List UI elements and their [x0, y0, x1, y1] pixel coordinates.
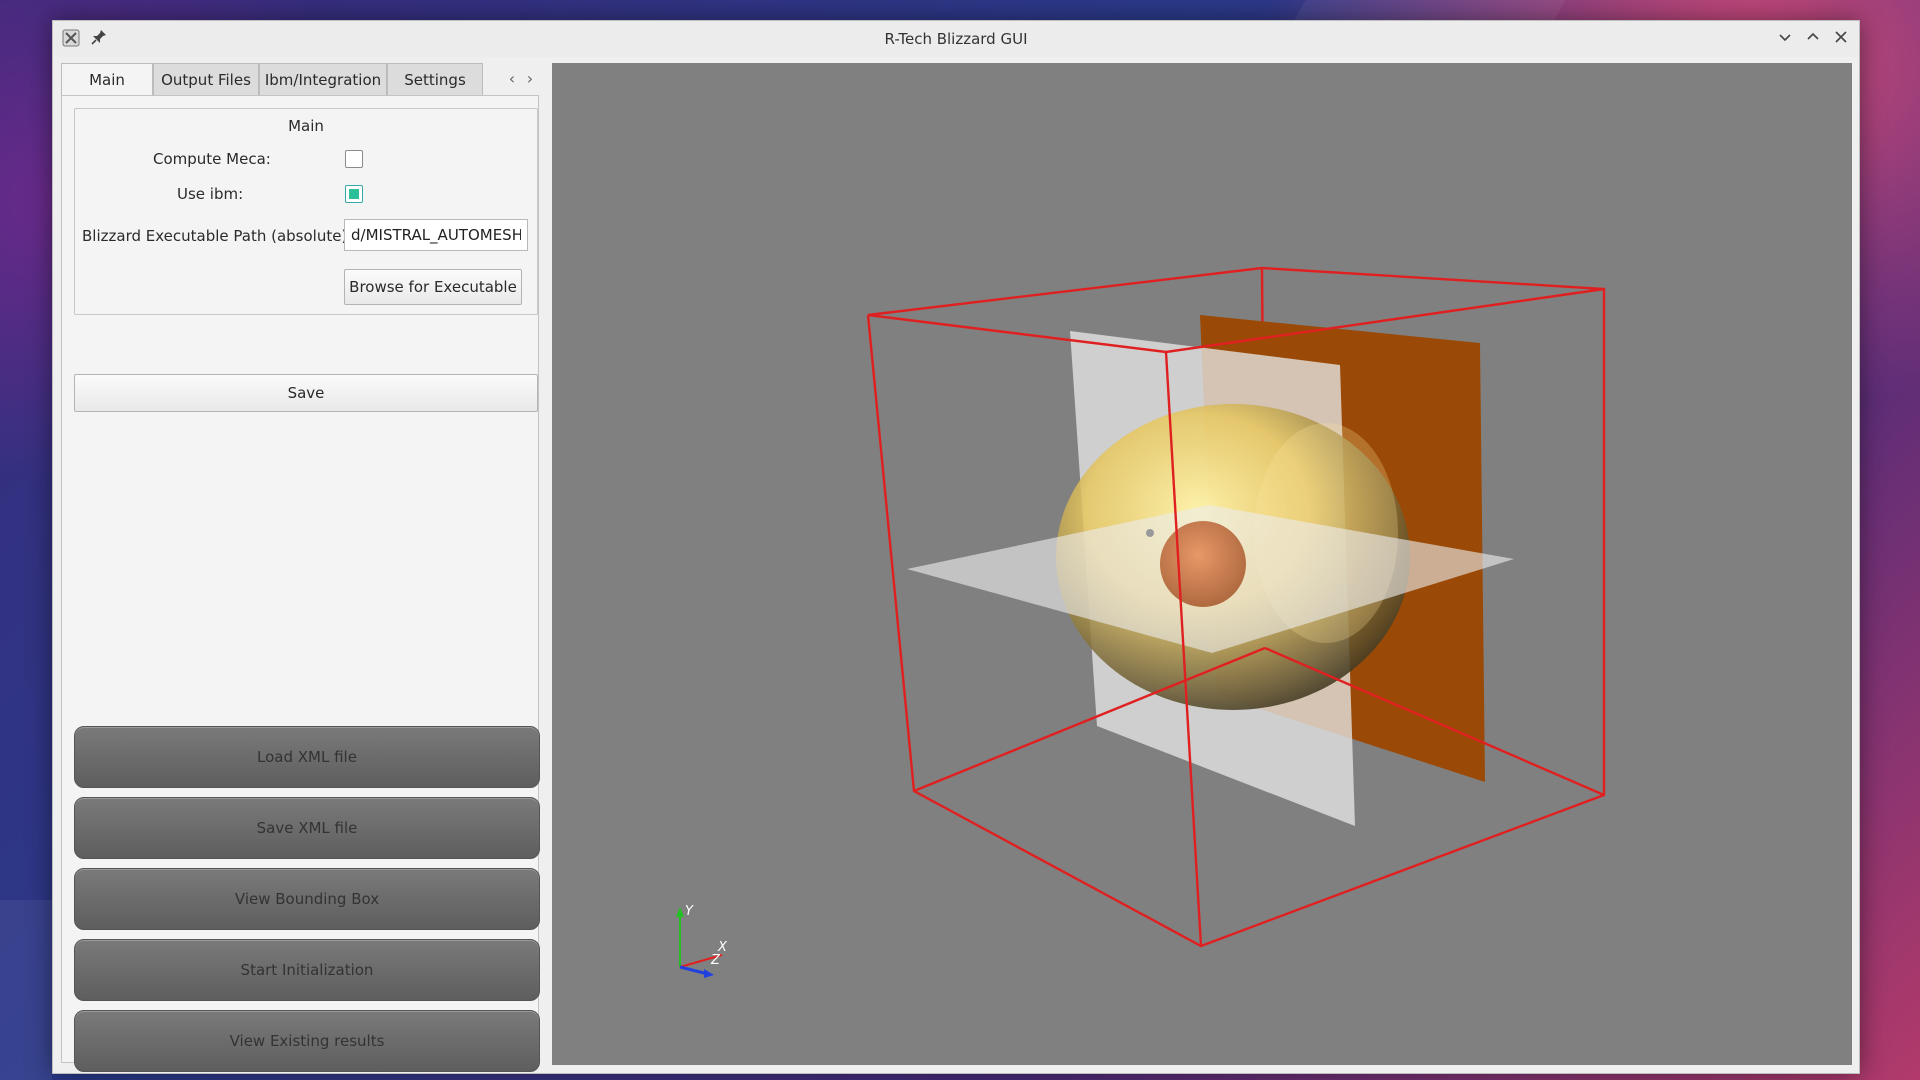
3d-viewport[interactable]: Y X Z [552, 63, 1852, 1065]
start-initialization-button[interactable]: Start Initialization [74, 939, 540, 1001]
group-title: Main [288, 117, 324, 135]
tab-bar: Main Output Files Ibm/Integration Settin… [61, 63, 539, 96]
executable-path-input[interactable] [344, 219, 528, 251]
tab-scroll-left-icon[interactable]: ‹ [503, 63, 521, 95]
desktop-decoration [0, 900, 52, 1080]
scene: Y X Z [676, 266, 1606, 978]
probe-point [1146, 529, 1154, 537]
app-window: R-Tech Blizzard GUI Main Output Files Ib… [52, 20, 1860, 1074]
maximize-button[interactable] [1801, 27, 1825, 51]
compute-meca-label: Compute Meca: [153, 150, 271, 168]
use-ibm-label: Use ibm: [177, 185, 244, 203]
load-xml-button[interactable]: Load XML file [74, 726, 540, 788]
main-tab-panel: Main Compute Meca: Use ibm: Blizzard Exe… [61, 95, 540, 1072]
executable-path-label: Blizzard Executable Path (absolute): [82, 227, 353, 245]
axis-y-label: Y [685, 904, 694, 919]
tab-settings[interactable]: Settings [387, 63, 483, 95]
window-title: R-Tech Blizzard GUI [884, 30, 1028, 48]
compute-meca-checkbox[interactable] [345, 150, 363, 168]
close-button[interactable] [1829, 27, 1853, 51]
tab-scroll-right-icon[interactable]: › [521, 63, 539, 95]
desktop-decoration [1294, 0, 1566, 20]
tab-main[interactable]: Main [61, 63, 153, 96]
title-bar: R-Tech Blizzard GUI [53, 21, 1859, 57]
view-existing-results-button[interactable]: View Existing results [74, 1010, 540, 1072]
left-panel: Main Output Files Ibm/Integration Settin… [61, 63, 540, 1072]
axis-triad: Y X Z [676, 904, 728, 978]
view-bounding-box-button[interactable]: View Bounding Box [74, 868, 540, 930]
tab-ibm-integration[interactable]: Ibm/Integration [259, 63, 387, 95]
save-xml-button[interactable]: Save XML file [74, 797, 540, 859]
save-button[interactable]: Save [74, 374, 538, 412]
axis-z-label: Z [710, 953, 721, 968]
tab-output-files[interactable]: Output Files [153, 63, 259, 95]
minimize-button[interactable] [1773, 27, 1797, 51]
main-group-box: Main Compute Meca: Use ibm: Blizzard Exe… [74, 108, 538, 315]
use-ibm-checkbox[interactable] [345, 185, 363, 203]
browse-executable-button[interactable]: Browse for Executable [344, 269, 522, 305]
inner-sphere [1160, 521, 1246, 607]
